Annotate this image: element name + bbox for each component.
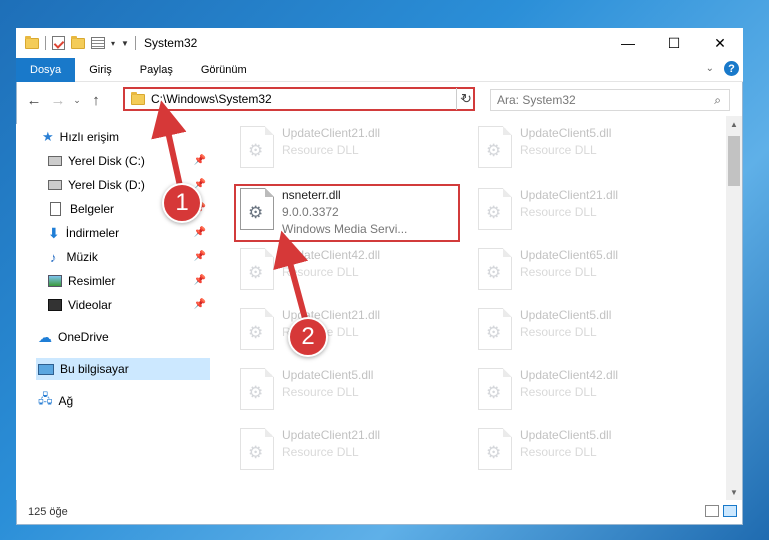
callout-step-2: 2 bbox=[288, 317, 328, 357]
callout-step-1: 1 bbox=[162, 183, 202, 223]
arrow-1 bbox=[151, 100, 187, 189]
annotation-arrows bbox=[151, 100, 309, 325]
arrow-2 bbox=[273, 230, 309, 325]
